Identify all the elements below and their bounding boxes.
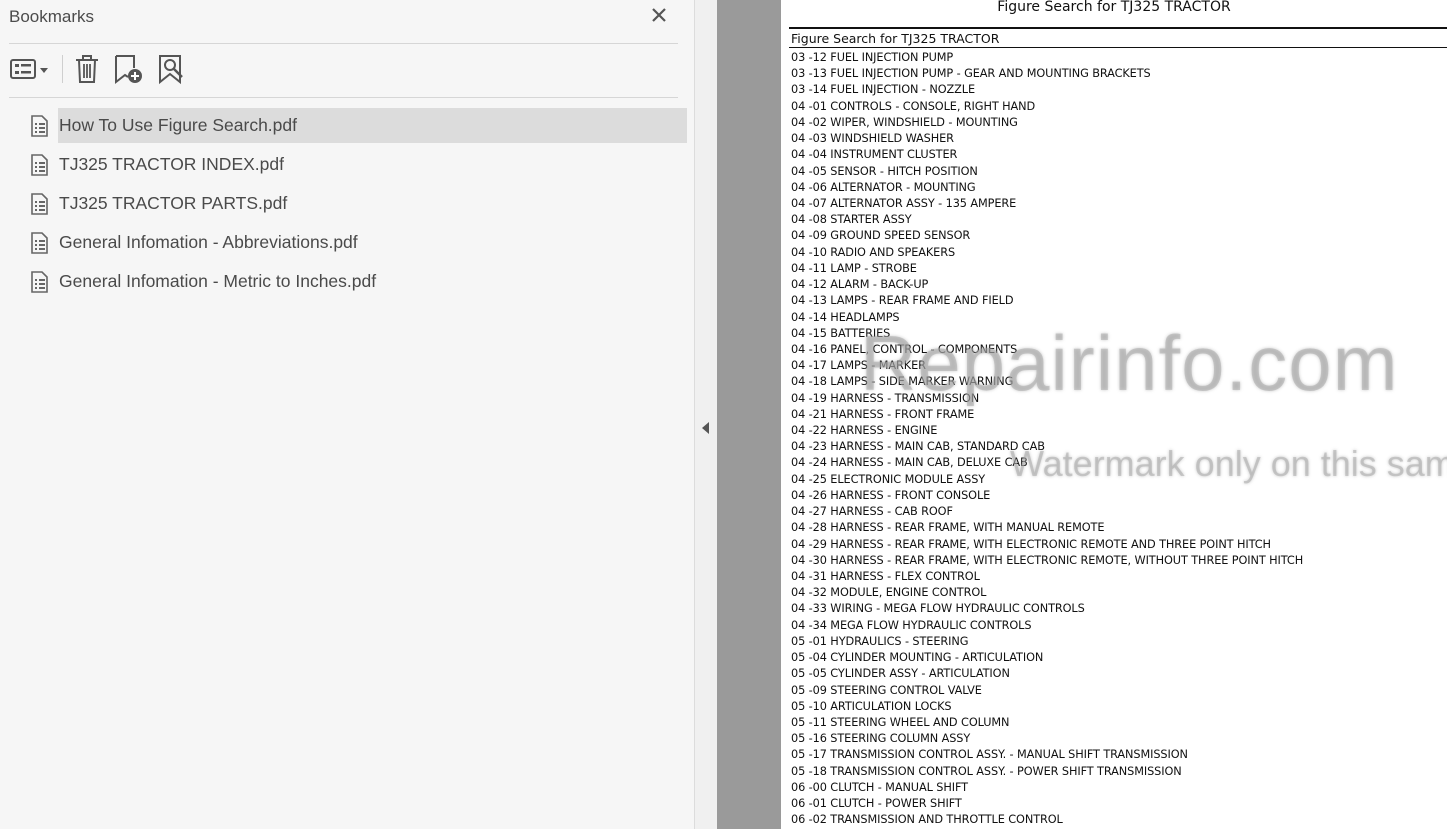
document-title: Figure Search for TJ325 TRACTOR bbox=[997, 0, 1231, 15]
watermark-note: Watermark only on this sample bbox=[1010, 443, 1447, 484]
options-menu-icon bbox=[10, 59, 48, 79]
figure-list-entry[interactable]: 06 -00 CLUTCH - MANUAL SHIFT bbox=[791, 780, 1303, 796]
figure-list-entry[interactable]: 04 -08 STARTER ASSY bbox=[791, 212, 1303, 228]
figure-list-entry[interactable]: 05 -18 TRANSMISSION CONTROL ASSY. - POWE… bbox=[791, 764, 1303, 780]
bookmarks-panel-title: Bookmarks bbox=[9, 7, 95, 26]
figure-list-entry[interactable]: 05 -10 ARTICULATION LOCKS bbox=[791, 699, 1303, 715]
bookmark-label: General Infomation - Abbreviations.pdf bbox=[59, 232, 358, 252]
figure-list-entry[interactable]: 04 -22 HARNESS - ENGINE bbox=[791, 423, 1303, 439]
subtitle-rule bbox=[789, 47, 1447, 48]
figure-list-entry[interactable]: 04 -34 MEGA FLOW HYDRAULIC CONTROLS bbox=[791, 618, 1303, 634]
figure-list-entry[interactable]: 04 -02 WIPER, WINDSHIELD - MOUNTING bbox=[791, 115, 1303, 131]
bookmark-label: TJ325 TRACTOR PARTS.pdf bbox=[59, 193, 288, 213]
find-bookmark-icon bbox=[159, 55, 183, 85]
delete-bookmark-button[interactable] bbox=[72, 52, 102, 86]
watermark-logo-text: Repairinfo.com bbox=[860, 319, 1399, 407]
collapse-panel-arrow-icon[interactable] bbox=[702, 422, 709, 434]
figure-list-entry[interactable]: 05 -05 CYLINDER ASSY - ARTICULATION bbox=[791, 666, 1303, 682]
bookmark-item[interactable]: TJ325 TRACTOR INDEX.pdf bbox=[24, 147, 687, 182]
figure-list-entry[interactable]: 04 -10 RADIO AND SPEAKERS bbox=[791, 245, 1303, 261]
figure-list-entry[interactable]: 04 -13 LAMPS - REAR FRAME AND FIELD bbox=[791, 293, 1303, 309]
title-rule bbox=[789, 27, 1447, 29]
figure-list-entry[interactable]: 05 -16 STEERING COLUMN ASSY bbox=[791, 731, 1303, 747]
document-subtitle: Figure Search for TJ325 TRACTOR bbox=[791, 31, 1000, 46]
figure-list-entry[interactable]: 05 -04 CYLINDER MOUNTING - ARTICULATION bbox=[791, 650, 1303, 666]
figure-list-entry[interactable]: 04 -28 HARNESS - REAR FRAME, WITH MANUAL… bbox=[791, 520, 1303, 536]
figure-list-entry[interactable]: 04 -09 GROUND SPEED SENSOR bbox=[791, 228, 1303, 244]
bookmark-item[interactable]: General Infomation - Metric to Inches.pd… bbox=[24, 264, 687, 299]
figure-list-entry[interactable]: 04 -03 WINDSHIELD WASHER bbox=[791, 131, 1303, 147]
document-page: Figure Search for TJ325 TRACTOR Figure S… bbox=[781, 0, 1447, 829]
pdf-attachment-icon bbox=[31, 271, 48, 293]
bookmarks-panel: Bookmarks How To Use Figure Search.pdf T… bbox=[0, 0, 694, 829]
figure-list: 03 -12 FUEL INJECTION PUMP 03 -13 FUEL IN… bbox=[791, 50, 1303, 829]
close-panel-button[interactable] bbox=[648, 4, 670, 26]
figure-list-entry[interactable]: 04 -07 ALTERNATOR ASSY - 135 AMPERE bbox=[791, 196, 1303, 212]
panel-splitter[interactable] bbox=[694, 0, 717, 829]
figure-list-entry[interactable]: 04 -01 CONTROLS - CONSOLE, RIGHT HAND bbox=[791, 99, 1303, 115]
panel-divider-top bbox=[9, 43, 678, 44]
figure-list-entry[interactable]: 04 -04 INSTRUMENT CLUSTER bbox=[791, 147, 1303, 163]
figure-list-entry[interactable]: 05 -17 TRANSMISSION CONTROL ASSY. - MANU… bbox=[791, 747, 1303, 763]
figure-list-entry[interactable]: 05 -09 STEERING CONTROL VALVE bbox=[791, 683, 1303, 699]
figure-list-entry[interactable]: 05 -01 HYDRAULICS - STEERING bbox=[791, 634, 1303, 650]
bookmark-item[interactable]: TJ325 TRACTOR PARTS.pdf bbox=[24, 186, 687, 221]
figure-list-entry[interactable]: 04 -27 HARNESS - CAB ROOF bbox=[791, 504, 1303, 520]
figure-list-entry[interactable]: 04 -31 HARNESS - FLEX CONTROL bbox=[791, 569, 1303, 585]
bookmark-label: TJ325 TRACTOR INDEX.pdf bbox=[59, 154, 284, 174]
figure-list-entry[interactable]: 04 -32 MODULE, ENGINE CONTROL bbox=[791, 585, 1303, 601]
figure-list-entry[interactable]: 04 -11 LAMP - STROBE bbox=[791, 261, 1303, 277]
pdf-attachment-icon bbox=[31, 193, 48, 215]
add-bookmark-icon bbox=[115, 55, 142, 85]
figure-list-entry[interactable]: 03 -14 FUEL INJECTION - NOZZLE bbox=[791, 82, 1303, 98]
figure-list-entry[interactable]: 06 -02 TRANSMISSION AND THROTTLE CONTROL bbox=[791, 812, 1303, 828]
figure-list-entry[interactable]: 05 -11 STEERING WHEEL AND COLUMN bbox=[791, 715, 1303, 731]
bookmark-label: How To Use Figure Search.pdf bbox=[59, 115, 297, 135]
panel-divider-toolbar bbox=[9, 97, 678, 98]
figure-list-entry[interactable]: 04 -05 SENSOR - HITCH POSITION bbox=[791, 164, 1303, 180]
find-bookmark-button[interactable] bbox=[156, 52, 190, 86]
pdf-attachment-icon bbox=[31, 232, 48, 254]
figure-list-entry[interactable]: 06 -01 CLUTCH - POWER SHIFT bbox=[791, 796, 1303, 812]
toolbar-separator bbox=[62, 55, 63, 83]
figure-list-entry[interactable]: 04 -21 HARNESS - FRONT FRAME bbox=[791, 407, 1303, 423]
figure-list-entry[interactable]: 04 -12 ALARM - BACK-UP bbox=[791, 277, 1303, 293]
trash-icon bbox=[76, 55, 98, 83]
figure-list-entry[interactable]: 04 -30 HARNESS - REAR FRAME, WITH ELECTR… bbox=[791, 553, 1303, 569]
bookmark-options-button[interactable] bbox=[9, 52, 53, 86]
figure-list-entry[interactable]: 04 -33 WIRING - MEGA FLOW HYDRAULIC CONT… bbox=[791, 601, 1303, 617]
figure-list-entry[interactable]: 03 -13 FUEL INJECTION PUMP - GEAR AND MO… bbox=[791, 66, 1303, 82]
figure-list-entry[interactable]: 03 -12 FUEL INJECTION PUMP bbox=[791, 50, 1303, 66]
figure-list-entry[interactable]: 04 -06 ALTERNATOR - MOUNTING bbox=[791, 180, 1303, 196]
figure-list-entry[interactable]: 04 -29 HARNESS - REAR FRAME, WITH ELECTR… bbox=[791, 537, 1303, 553]
document-gutter bbox=[717, 0, 781, 829]
bookmark-item[interactable]: General Infomation - Abbreviations.pdf bbox=[24, 225, 687, 260]
figure-list-entry[interactable]: 04 -26 HARNESS - FRONT CONSOLE bbox=[791, 488, 1303, 504]
add-bookmark-button[interactable] bbox=[112, 52, 146, 86]
pdf-attachment-icon bbox=[31, 154, 48, 176]
bookmark-label: General Infomation - Metric to Inches.pd… bbox=[59, 271, 377, 291]
pdf-attachment-icon bbox=[31, 115, 48, 137]
bookmark-item[interactable]: How To Use Figure Search.pdf bbox=[24, 108, 687, 143]
close-icon bbox=[652, 8, 666, 22]
